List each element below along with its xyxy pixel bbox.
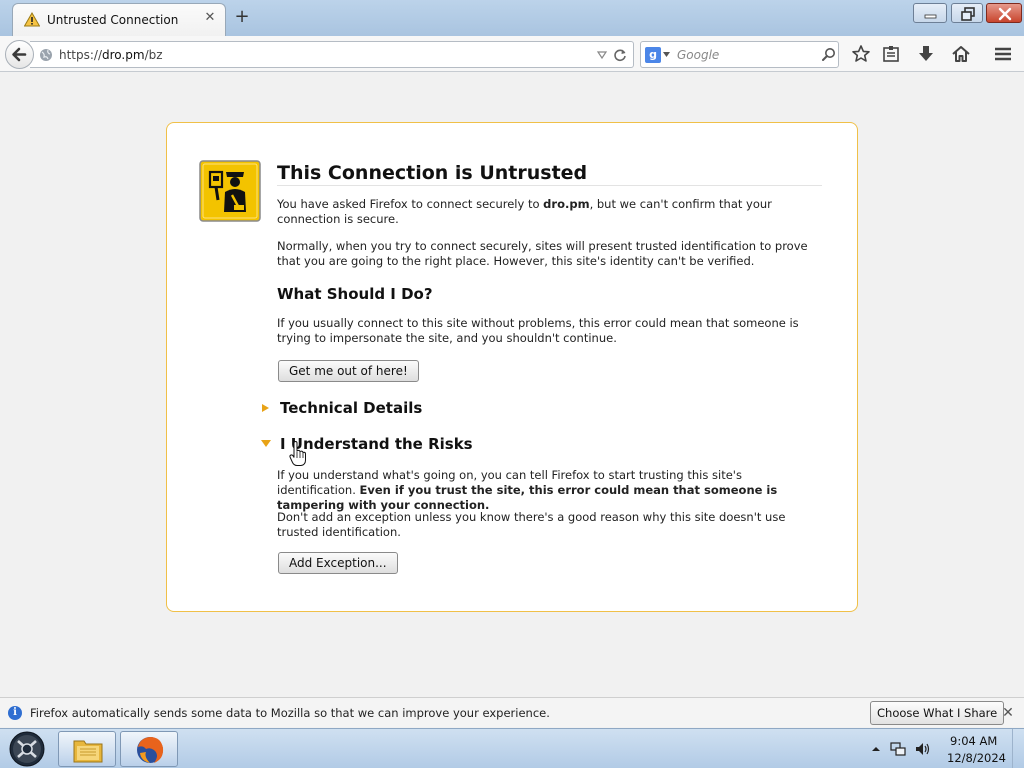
url-protocol: https://: [59, 48, 103, 62]
minimize-icon: [924, 14, 937, 19]
error-page-container: This Connection is Untrusted You have as…: [166, 122, 858, 612]
windows-taskbar: 9:04 AM 12/8/2024: [0, 728, 1024, 768]
new-tab-button[interactable]: +: [232, 7, 252, 27]
notification-text: Firefox automatically sends some data to…: [30, 706, 550, 720]
title-divider: [277, 185, 822, 186]
restore-button[interactable]: [951, 3, 983, 23]
globe-icon: [40, 49, 52, 61]
start-button[interactable]: [8, 731, 46, 767]
clock-time[interactable]: 9:04 AM: [950, 734, 997, 748]
url-host: dro.pm: [102, 48, 145, 62]
close-icon: [998, 7, 1012, 21]
magnifier-icon[interactable]: [821, 47, 836, 62]
reading-list-icon[interactable]: [881, 44, 901, 64]
url-path: /bz: [144, 48, 163, 62]
title-bar: Untrusted Connection ✕ +: [0, 0, 1024, 36]
intro-text-start: You have asked Firefox to connect secure…: [277, 197, 544, 211]
risks-expander-icon[interactable]: [259, 436, 273, 450]
volume-icon[interactable]: [914, 741, 930, 757]
risks-paragraph: If you understand what's going on, you c…: [277, 468, 822, 513]
download-icon[interactable]: [916, 44, 936, 64]
navigation-toolbar: https://dro.pm/bz g Google: [0, 36, 1024, 72]
search-input[interactable]: Google: [677, 48, 719, 62]
minimize-button[interactable]: [913, 3, 947, 23]
folder-icon: [73, 740, 103, 763]
star-icon[interactable]: [851, 44, 871, 64]
technical-details-heading[interactable]: Technical Details: [280, 399, 422, 417]
engine-dropdown-icon[interactable]: [663, 52, 670, 57]
url-history-dropdown-icon[interactable]: [596, 49, 608, 61]
what-should-i-do-heading: What Should I Do?: [277, 285, 433, 303]
tab-close-icon[interactable]: ✕: [203, 11, 217, 25]
page-title: This Connection is Untrusted: [277, 162, 588, 184]
info-icon: i: [8, 706, 22, 720]
security-officer-icon: [199, 160, 261, 222]
url-text[interactable]: https://dro.pm/bz: [59, 48, 163, 62]
understand-risks-heading[interactable]: I Understand the Risks: [280, 435, 473, 453]
technical-details-expander-icon[interactable]: [259, 401, 273, 415]
tab-title: Untrusted Connection: [47, 13, 179, 27]
intro-host: dro.pm: [543, 197, 590, 211]
what-should-i-do-text: If you usually connect to this site with…: [277, 316, 799, 345]
intro-paragraph: You have asked Firefox to connect secure…: [277, 197, 822, 227]
tab-untrusted-connection[interactable]: Untrusted Connection ✕: [12, 3, 226, 36]
show-desktop-button[interactable]: [1012, 729, 1024, 768]
network-icon[interactable]: [890, 741, 906, 757]
data-sharing-notification-bar: i Firefox automatically sends some data …: [0, 697, 1024, 727]
normal-paragraph: Normally, when you try to connect secure…: [277, 239, 808, 268]
taskbar-file-explorer[interactable]: [58, 731, 116, 767]
back-button[interactable]: [5, 40, 34, 69]
hand-cursor-icon: [289, 441, 306, 466]
home-icon[interactable]: [951, 44, 971, 64]
add-exception-button[interactable]: Add Exception...: [278, 552, 398, 574]
clock-date[interactable]: 12/8/2024: [947, 751, 1006, 765]
notification-close-icon[interactable]: ✕: [1000, 705, 1016, 721]
exception-note: Don't add an exception unless you know t…: [277, 510, 786, 539]
address-bar[interactable]: https://dro.pm/bz: [30, 41, 634, 68]
reload-icon[interactable]: [613, 48, 627, 62]
google-engine-icon[interactable]: g: [645, 47, 661, 63]
menu-icon[interactable]: [993, 44, 1013, 64]
restore-icon: [961, 7, 975, 21]
get-me-out-button[interactable]: Get me out of here!: [278, 360, 419, 382]
warning-icon: [24, 12, 40, 27]
window-close-button[interactable]: [986, 3, 1022, 23]
choose-what-i-share-button[interactable]: Choose What I Share: [870, 701, 1005, 725]
taskbar-firefox[interactable]: [120, 731, 178, 767]
back-arrow-icon: [12, 47, 27, 62]
firefox-icon: [137, 737, 164, 763]
search-bar[interactable]: g Google: [640, 41, 839, 68]
tray-expand-icon[interactable]: [868, 741, 884, 757]
